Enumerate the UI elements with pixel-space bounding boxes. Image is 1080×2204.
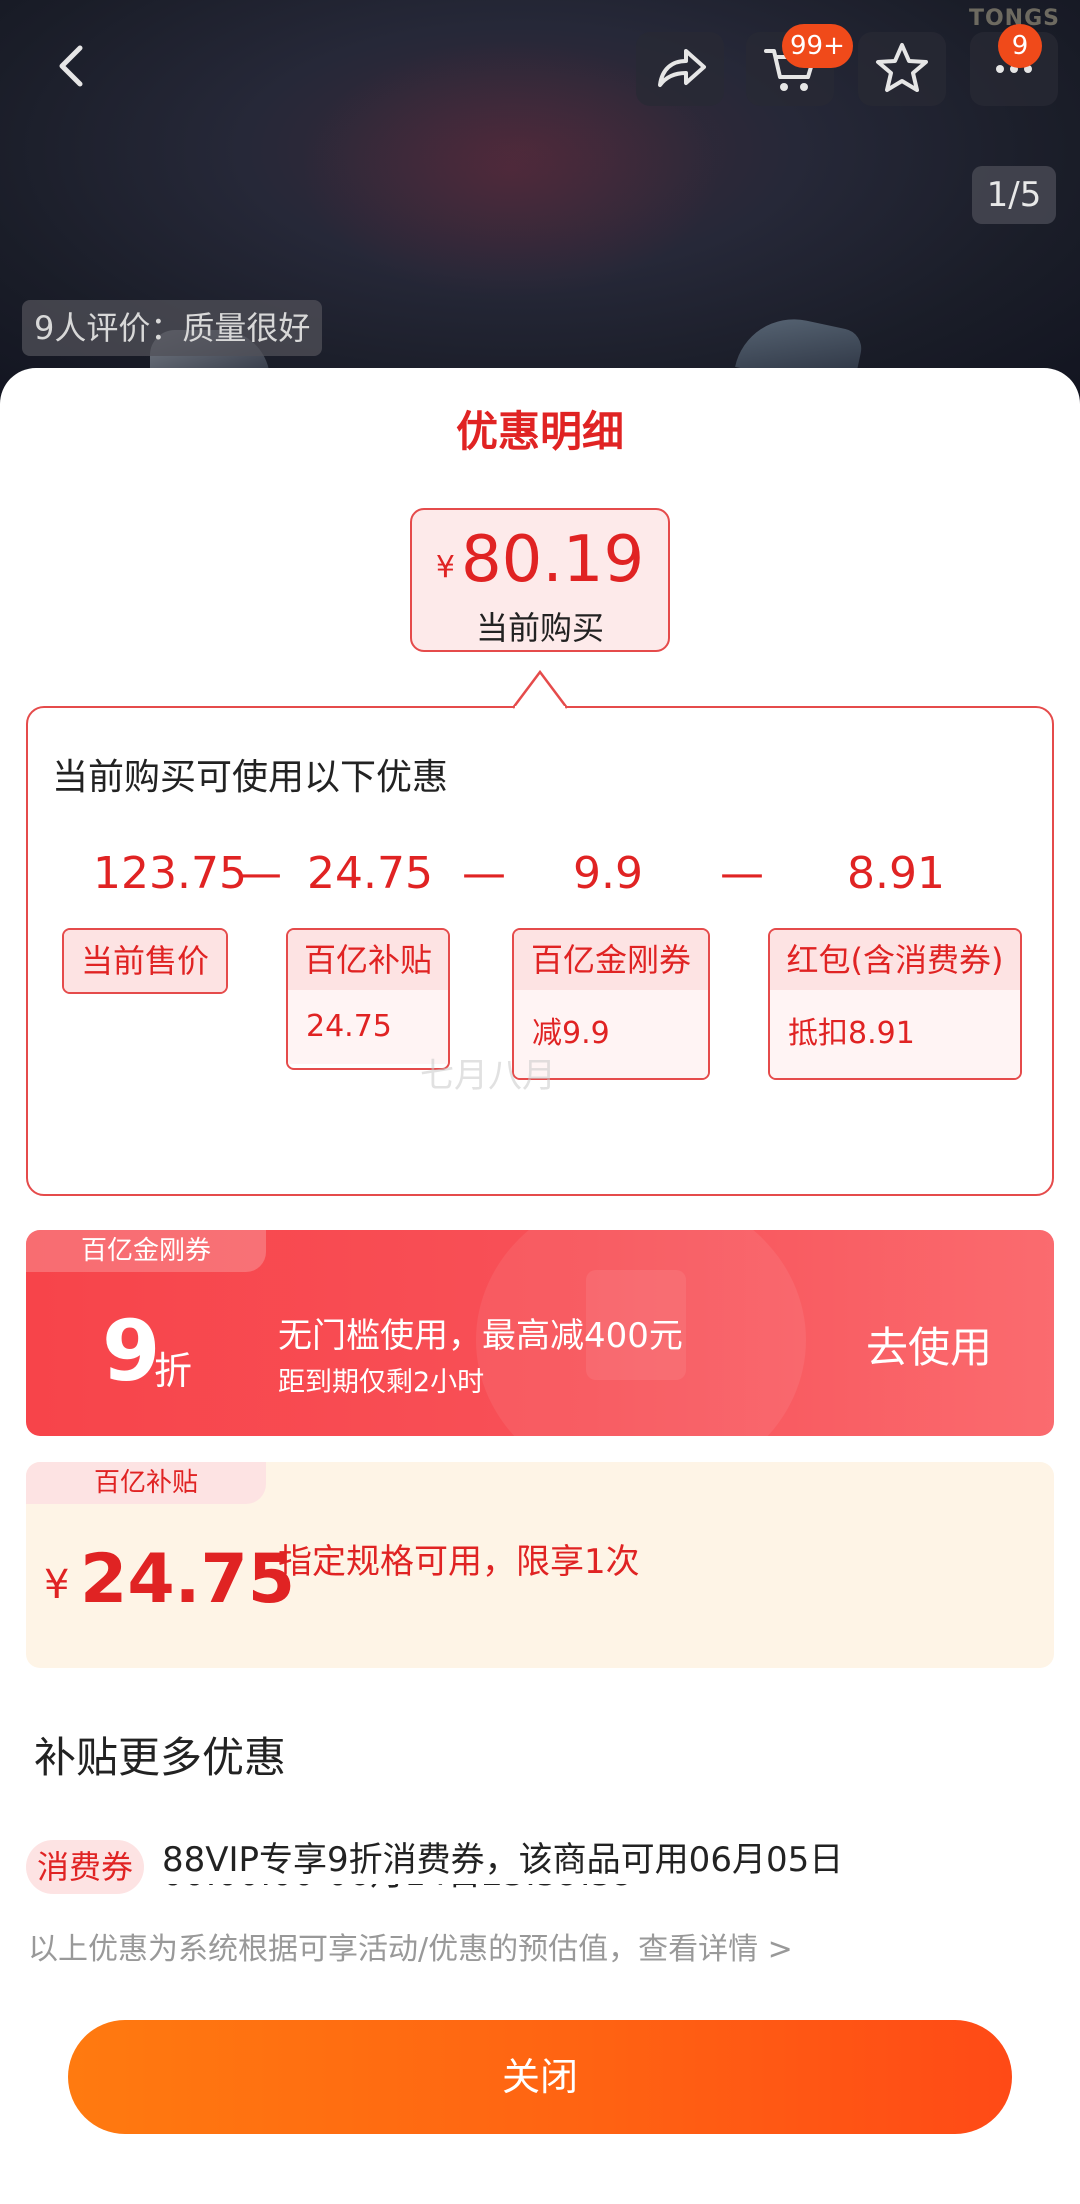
chip-title: 百亿补贴 bbox=[288, 930, 448, 990]
consumption-coupon-badge: 消费券 bbox=[26, 1840, 144, 1894]
currency-symbol: ¥ bbox=[44, 1562, 70, 1608]
star-icon bbox=[876, 43, 928, 92]
more-discounts-title: 补贴更多优惠 bbox=[34, 1733, 287, 1782]
subsidy-coupon-card: 百亿补贴 ¥ 24.75 指定规格可用，限享1次 bbox=[26, 1462, 1054, 1668]
chip-title: 红包(含消费券) bbox=[770, 930, 1020, 990]
chip-detail: 抵扣8.91 bbox=[770, 990, 1020, 1078]
sale-price-chip: 当前售价 bbox=[62, 928, 228, 994]
current-price: ¥80.19 bbox=[412, 520, 668, 608]
use-coupon-button[interactable]: 去使用 bbox=[866, 1314, 992, 1375]
current-price-box: ¥80.19 当前购买 bbox=[410, 508, 670, 652]
watermark-text: 七月八月 bbox=[420, 1056, 556, 1096]
coupon-tag: 百亿金刚券 bbox=[26, 1230, 266, 1272]
current-price-amount: 80.19 bbox=[460, 523, 645, 597]
share-icon bbox=[658, 49, 706, 87]
chip-title: 当前售价 bbox=[64, 930, 226, 992]
share-button[interactable] bbox=[636, 32, 724, 106]
calc-heading: 当前购买可使用以下优惠 bbox=[52, 757, 449, 798]
sheet-title: 优惠明细 bbox=[455, 407, 624, 456]
currency-symbol: ¥ bbox=[435, 550, 455, 585]
coupon-description: 指定规格可用，限享1次 bbox=[278, 1542, 640, 1582]
discount-number: 9 bbox=[102, 1302, 161, 1400]
coupon-description: 无门槛使用，最高减400元 bbox=[278, 1316, 683, 1356]
minus-operator: — bbox=[720, 848, 764, 899]
subsidy-amount: 24.75 bbox=[80, 1540, 296, 1619]
close-button[interactable]: 关闭 bbox=[68, 2020, 1012, 2134]
disclaimer-link[interactable]: 以上优惠为系统根据可享活动/优惠的预估值，查看详情 > bbox=[28, 1924, 793, 1968]
subsidy-value: 24.75 bbox=[307, 848, 433, 899]
red-packet-value: 8.91 bbox=[847, 848, 945, 899]
coupon-value: 9.9 bbox=[573, 848, 643, 899]
image-page-indicator: 1/5 bbox=[972, 166, 1056, 224]
minus-operator: — bbox=[462, 848, 506, 899]
king-kong-coupon-card[interactable]: 百亿金刚券 9 折 无门槛使用，最高减400元 距到期仅剩2小时 去使用 bbox=[26, 1230, 1054, 1436]
promo-text-line2: 00:00:00-06月14日23:59:59 bbox=[162, 1884, 1022, 1898]
back-arrow-icon bbox=[59, 45, 83, 87]
back-button[interactable] bbox=[44, 38, 100, 94]
discount-detail-sheet: 优惠明细 ¥80.19 当前购买 当前购买可使用以下优惠 123.75 — 24… bbox=[0, 368, 1080, 2204]
coupon-expiry: 距到期仅剩2小时 bbox=[278, 1367, 485, 1398]
more-badge: 9 bbox=[998, 24, 1042, 68]
red-packet-chip: 红包(含消费券) 抵扣8.91 bbox=[768, 928, 1022, 1080]
discount-calculation: 当前购买可使用以下优惠 123.75 — 24.75 — 9.9 — 8.91 … bbox=[26, 706, 1054, 1196]
review-tag[interactable]: 9人评价：质量很好 bbox=[22, 300, 323, 356]
chip-title: 百亿金刚券 bbox=[514, 930, 708, 990]
current-price-label: 当前购买 bbox=[475, 609, 604, 647]
coupon-tag: 百亿补贴 bbox=[26, 1462, 266, 1504]
favorite-button[interactable] bbox=[858, 32, 946, 106]
price-pointer bbox=[513, 670, 567, 710]
cart-count-badge: 99+ bbox=[782, 24, 853, 68]
discount-unit: 折 bbox=[154, 1349, 193, 1393]
promo-text-continued: 00:00:00-06月14日23:59:59 bbox=[162, 1884, 1022, 1898]
